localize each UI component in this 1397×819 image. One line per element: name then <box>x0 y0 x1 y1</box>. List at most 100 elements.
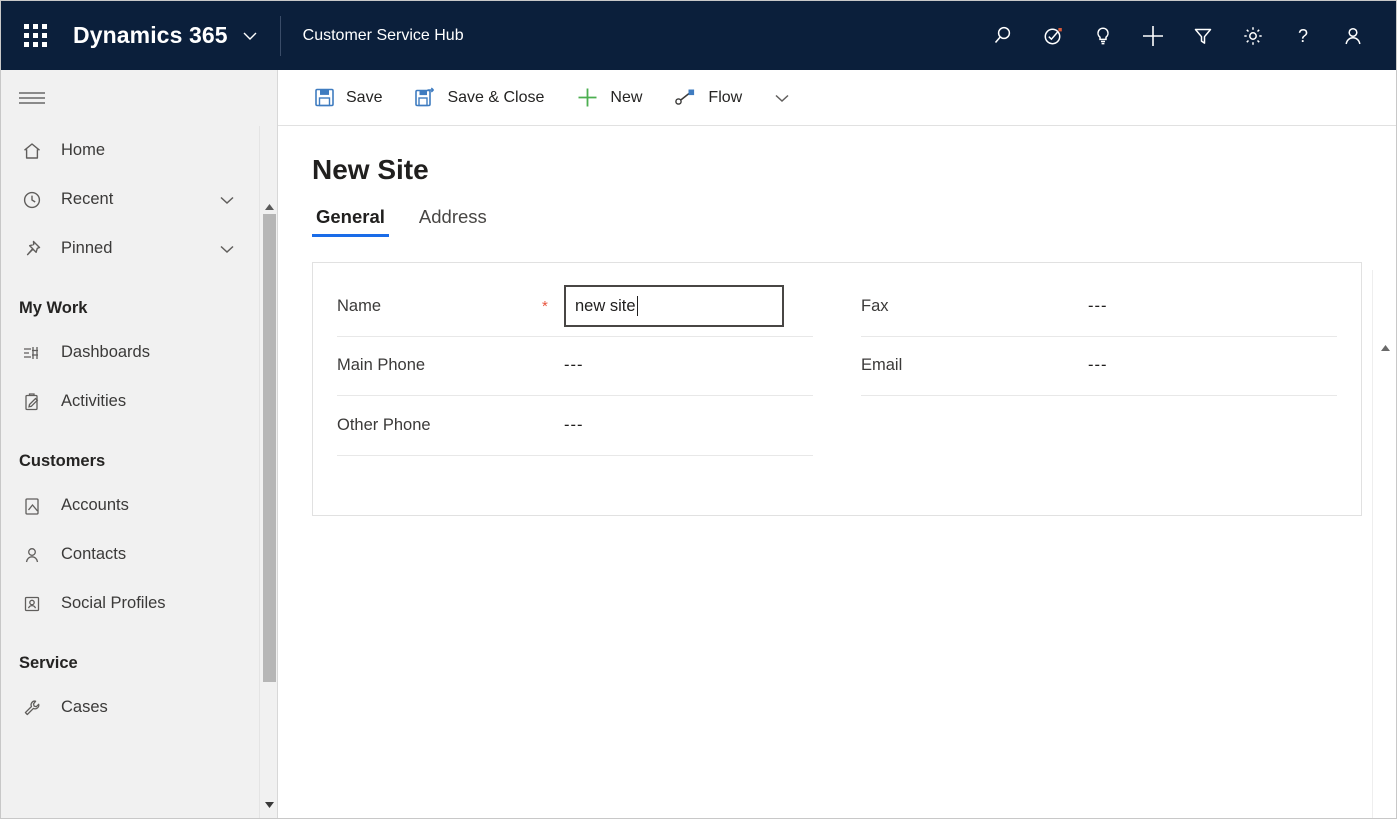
field-row-email: Email --- <box>861 337 1337 397</box>
right-column-filler-2 <box>861 456 1337 515</box>
lightbulb-icon[interactable] <box>1078 11 1128 61</box>
sidebar-item-activities[interactable]: Activities <box>1 377 253 426</box>
form-right-column: Fax --- Email --- <box>837 263 1361 515</box>
sidebar-group-service: Service <box>1 628 253 683</box>
app-name-label[interactable]: Customer Service Hub <box>303 27 464 45</box>
clock-icon <box>19 187 45 213</box>
wrench-icon <box>19 695 45 721</box>
user-avatar-icon[interactable] <box>1328 11 1378 61</box>
search-icon[interactable] <box>978 11 1028 61</box>
new-button[interactable]: New <box>564 78 654 118</box>
contact-icon <box>19 542 45 568</box>
other-phone-field-label: Other Phone <box>337 416 542 435</box>
sidebar-item-contacts[interactable]: Contacts <box>1 530 253 579</box>
question-icon[interactable]: ? <box>1278 11 1328 61</box>
tab-general[interactable]: General <box>312 206 389 237</box>
name-input[interactable]: new site <box>564 285 784 327</box>
dynamics-365-window: Dynamics 365 Customer Service Hub <box>0 0 1397 819</box>
assistant-icon[interactable] <box>1028 11 1078 61</box>
form-tab-list: General Address <box>278 206 1396 237</box>
gear-icon[interactable] <box>1228 11 1278 61</box>
main-content-area: Save Save & Close <box>278 70 1396 818</box>
app-launcher-icon[interactable] <box>13 14 57 58</box>
save-button-label: Save <box>346 89 382 107</box>
sidebar-item-label: Home <box>61 141 253 160</box>
main-phone-value[interactable]: --- <box>564 356 583 375</box>
hamburger-icon <box>19 89 45 107</box>
left-column-filler <box>337 456 813 515</box>
plus-icon[interactable] <box>1128 11 1178 61</box>
nav-divider <box>280 16 281 56</box>
sidebar-item-label: Pinned <box>61 239 217 258</box>
sidebar-item-social-profiles[interactable]: Social Profiles <box>1 579 253 628</box>
field-row-other-phone: Other Phone --- <box>337 396 813 456</box>
sidebar-group-customers: Customers <box>1 426 253 481</box>
save-and-close-icon <box>414 87 436 108</box>
form-content: New Site General Address Name * <box>278 126 1396 818</box>
sidebar-item-recent[interactable]: Recent <box>1 175 253 224</box>
accounts-icon <box>19 493 45 519</box>
required-asterisk-icon: * <box>542 298 564 315</box>
flow-button-label: Flow <box>708 89 742 107</box>
brand-title[interactable]: Dynamics 365 <box>73 22 228 49</box>
other-phone-value[interactable]: --- <box>564 416 583 435</box>
scroll-up-arrow-icon[interactable] <box>1373 338 1397 358</box>
page-title: New Site <box>278 126 1396 186</box>
sidebar-item-label: Recent <box>61 190 217 209</box>
svg-text:?: ? <box>1298 26 1308 46</box>
general-tab-form-card: Name * new site Main Phone --- <box>312 262 1362 516</box>
app-body: Home Recent Pinned <box>1 70 1396 818</box>
save-icon <box>314 87 335 108</box>
filter-icon[interactable] <box>1178 11 1228 61</box>
app-launcher-grid <box>24 24 47 47</box>
sitemap-toggle-button[interactable] <box>1 70 277 126</box>
sidebar-item-accounts[interactable]: Accounts <box>1 481 253 530</box>
chevron-down-icon[interactable] <box>217 190 237 210</box>
save-button[interactable]: Save <box>302 78 394 118</box>
sidebar-scroll-region: Home Recent Pinned <box>1 126 277 818</box>
flow-button[interactable]: Flow <box>662 78 754 118</box>
save-and-close-button-label: Save & Close <box>447 89 544 107</box>
sidebar-item-pinned[interactable]: Pinned <box>1 224 253 273</box>
sidebar-item-label: Cases <box>61 698 253 717</box>
fax-field-label: Fax <box>861 297 1066 316</box>
email-value[interactable]: --- <box>1088 356 1107 375</box>
fax-value[interactable]: --- <box>1088 297 1107 316</box>
tab-address[interactable]: Address <box>415 206 491 237</box>
top-navigation-bar: Dynamics 365 Customer Service Hub <box>1 1 1396 70</box>
sidebar-group-my-work: My Work <box>1 273 253 328</box>
name-field-label: Name <box>337 297 542 316</box>
home-icon <box>19 138 45 164</box>
field-row-fax: Fax --- <box>861 277 1337 337</box>
field-row-main-phone: Main Phone --- <box>337 337 813 397</box>
sidebar-item-cases[interactable]: Cases <box>1 683 253 732</box>
sidebar-item-label: Accounts <box>61 496 253 515</box>
tab-address-label: Address <box>419 206 487 227</box>
tab-general-label: General <box>316 206 385 227</box>
chevron-down-icon[interactable] <box>240 26 260 46</box>
name-input-value: new site <box>575 297 636 316</box>
dashboard-icon <box>19 340 45 366</box>
command-bar: Save Save & Close <box>278 70 1396 126</box>
sidebar-item-label: Contacts <box>61 545 253 564</box>
flow-icon <box>674 87 697 108</box>
sidebar-item-home[interactable]: Home <box>1 126 253 175</box>
email-field-label: Email <box>861 356 1066 375</box>
sidebar-item-dashboards[interactable]: Dashboards <box>1 328 253 377</box>
sidebar-item-label: Dashboards <box>61 343 253 362</box>
plus-icon <box>576 86 599 109</box>
field-row-name: Name * new site <box>337 277 813 337</box>
sidebar-item-label: Social Profiles <box>61 594 253 613</box>
sidebar-scrollbar[interactable] <box>259 126 277 818</box>
activities-icon <box>19 389 45 415</box>
sidebar-scrollbar-thumb[interactable] <box>263 214 276 682</box>
chevron-down-icon[interactable] <box>217 239 237 259</box>
save-and-close-button[interactable]: Save & Close <box>402 78 556 118</box>
pin-icon <box>19 236 45 262</box>
form-left-column: Name * new site Main Phone --- <box>313 263 837 515</box>
new-button-label: New <box>610 89 642 107</box>
scroll-down-arrow-icon[interactable] <box>260 796 278 814</box>
main-phone-field-label: Main Phone <box>337 356 542 375</box>
command-overflow-chevron-down-icon[interactable] <box>762 78 802 118</box>
content-scrollbar[interactable] <box>1372 270 1396 818</box>
